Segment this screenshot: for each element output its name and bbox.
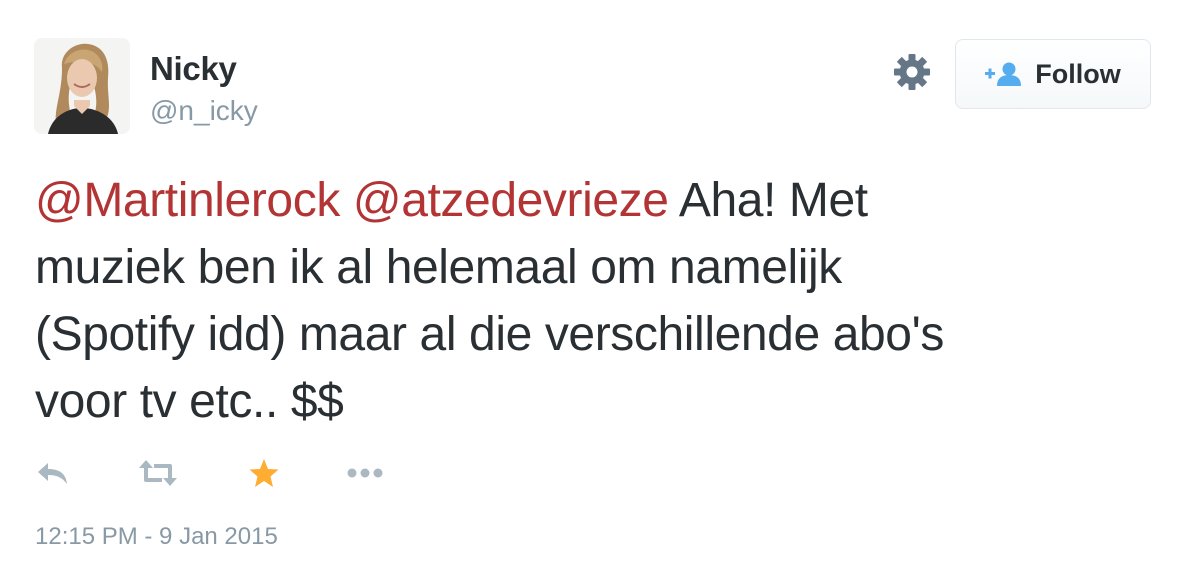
mention-link[interactable]: @atzedevrieze: [353, 174, 669, 227]
gear-icon[interactable]: [892, 52, 932, 92]
avatar-photo: [34, 38, 130, 134]
tweet-text-line: (Spotify idd) maar al die verschillende …: [35, 308, 944, 361]
tweet-text-line: muziek ben ik al helemaal om namelijk: [35, 241, 842, 294]
add-user-icon: [985, 62, 1022, 86]
retweet-icon[interactable]: [136, 455, 180, 491]
reply-icon[interactable]: [36, 455, 70, 491]
avatar[interactable]: [34, 38, 130, 134]
tweet-text: @Martinlerock @atzedevrieze Aha! Met muz…: [35, 167, 1165, 435]
mention-link[interactable]: @Martinlerock: [35, 174, 340, 227]
star-icon[interactable]: [246, 455, 282, 491]
user-name[interactable]: Nicky: [150, 50, 237, 88]
more-icon[interactable]: [346, 455, 386, 491]
tweet-text-line: voor tv etc.. $$: [35, 375, 344, 428]
tweet-timestamp[interactable]: 12:15 PM - 9 Jan 2015: [35, 523, 278, 551]
user-handle[interactable]: @n_icky: [150, 95, 258, 127]
follow-button-label: Follow: [1035, 58, 1121, 89]
follow-button[interactable]: Follow: [955, 39, 1151, 109]
tweet-text-line: Aha! Met: [668, 174, 868, 227]
